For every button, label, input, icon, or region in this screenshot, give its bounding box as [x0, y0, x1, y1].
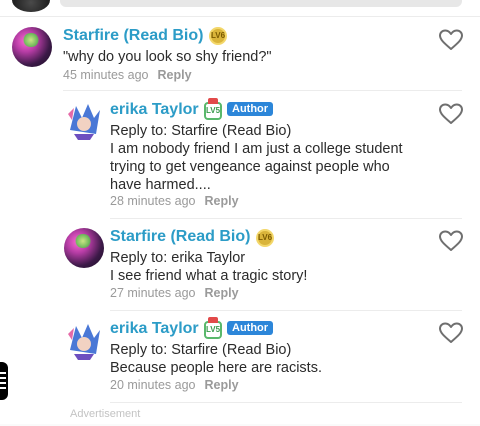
- divider: [110, 310, 462, 311]
- divider: [110, 402, 462, 403]
- menu-icon-bar: [0, 377, 6, 379]
- comment-text: I see friend what a tragic story!: [110, 268, 308, 284]
- heart-outline-icon[interactable]: [438, 28, 464, 52]
- comment-author-name[interactable]: Starfire (Read Bio): [63, 27, 203, 45]
- comment-text: I am nobody friend I am just a college s…: [110, 141, 403, 193]
- comment-meta: 20 minutes ago Reply: [110, 378, 239, 392]
- reply-button[interactable]: Reply: [204, 194, 238, 208]
- comment-item: Starfire (Read Bio) LV6 "why do you look…: [0, 0, 480, 90]
- comment-meta: 28 minutes ago Reply: [110, 194, 239, 208]
- author-badge: Author: [227, 321, 274, 335]
- reply-button[interactable]: Reply: [204, 286, 238, 300]
- level-badge-icon: LV5: [204, 317, 222, 339]
- comment-text: Because people here are racists.: [110, 360, 322, 376]
- avatar[interactable]: [64, 100, 104, 140]
- menu-icon-bar: [0, 387, 6, 389]
- comment-timestamp: 20 minutes ago: [110, 378, 196, 392]
- menu-icon-bar: [0, 372, 6, 374]
- reply-button[interactable]: Reply: [157, 68, 191, 82]
- reply-to-text: Reply to: Starfire (Read Bio): [110, 342, 292, 358]
- level-badge-icon: LV6: [256, 229, 274, 247]
- reply-to-text: Reply to: erika Taylor: [110, 250, 246, 266]
- comment-author-name[interactable]: Starfire (Read Bio): [110, 228, 250, 246]
- comment-text: "why do you look so shy friend?": [63, 49, 272, 65]
- level-badge-icon: LV6: [209, 27, 227, 45]
- reply-button[interactable]: Reply: [204, 378, 238, 392]
- menu-icon-bar: [0, 382, 6, 384]
- comment-author-name[interactable]: erika Taylor: [110, 101, 199, 119]
- heart-outline-icon[interactable]: [438, 321, 464, 345]
- advertisement-label: Advertisement: [70, 408, 141, 420]
- heart-outline-icon[interactable]: [438, 229, 464, 253]
- comment-timestamp: 45 minutes ago: [63, 68, 149, 82]
- heart-outline-icon[interactable]: [438, 102, 464, 126]
- comment-author-name[interactable]: erika Taylor: [110, 320, 199, 338]
- comment-meta: 27 minutes ago Reply: [110, 286, 239, 300]
- comment-meta: 45 minutes ago Reply: [63, 68, 192, 82]
- avatar[interactable]: [12, 27, 52, 67]
- divider: [63, 90, 462, 91]
- avatar[interactable]: [64, 320, 104, 360]
- divider: [110, 218, 462, 219]
- avatar[interactable]: [64, 228, 104, 268]
- reply-to-text: Reply to: Starfire (Read Bio): [110, 123, 292, 139]
- menu-icon[interactable]: [0, 362, 8, 400]
- author-badge: Author: [227, 102, 274, 116]
- comment-timestamp: 28 minutes ago: [110, 194, 196, 208]
- comment-timestamp: 27 minutes ago: [110, 286, 196, 300]
- level-badge-icon: LV5: [204, 98, 222, 120]
